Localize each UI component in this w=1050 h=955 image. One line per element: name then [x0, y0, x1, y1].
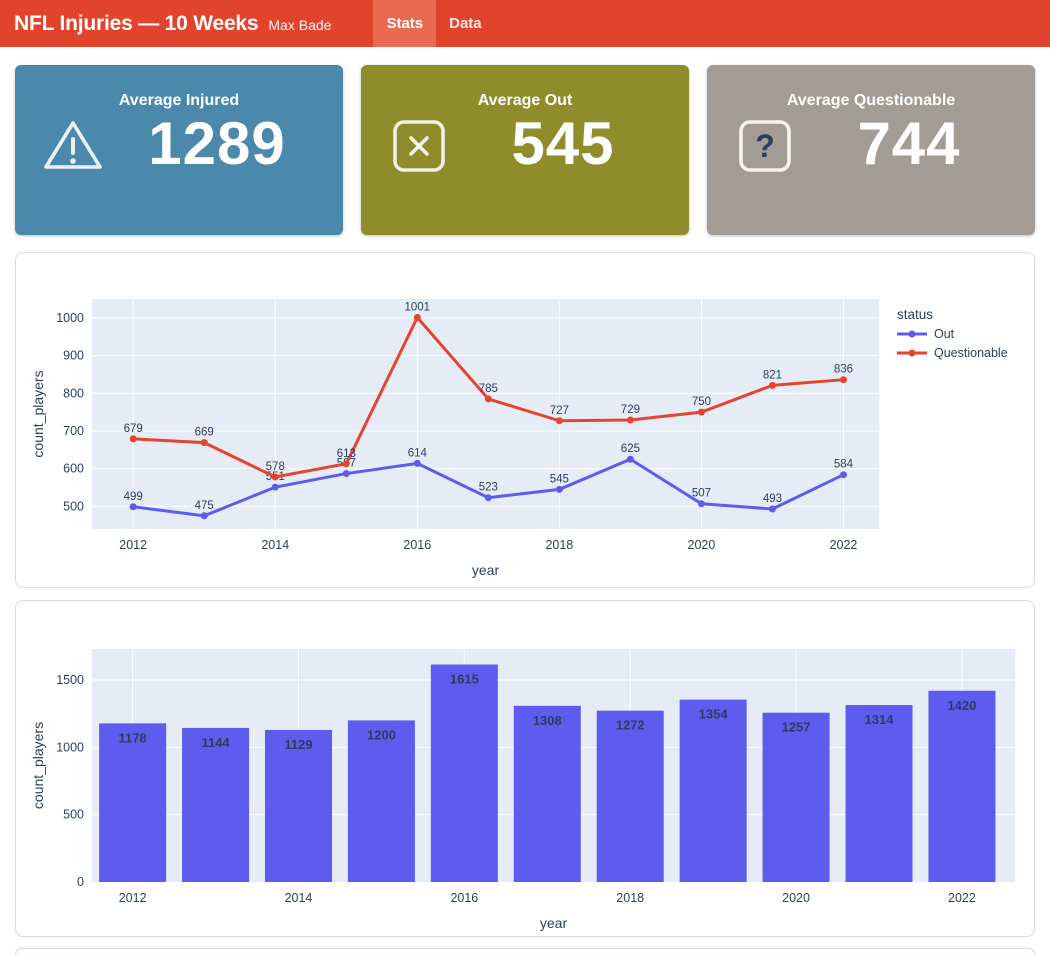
svg-text:727: 727: [550, 405, 569, 417]
card-value: 545: [451, 109, 689, 178]
question-square-icon: ?: [733, 114, 797, 178]
svg-text:613: 613: [337, 448, 356, 460]
next-panel-stub: [15, 948, 1035, 955]
card-body: 1289: [15, 114, 343, 178]
svg-text:year: year: [540, 915, 568, 931]
stat-card-injured: Average Injured 1289: [15, 65, 343, 235]
svg-text:500: 500: [63, 499, 84, 513]
svg-text:count_players: count_players: [30, 370, 46, 457]
svg-text:900: 900: [63, 349, 84, 363]
svg-text:1000: 1000: [56, 740, 84, 754]
svg-text:1308: 1308: [533, 713, 562, 728]
x-square-icon: [387, 114, 451, 178]
svg-text:493: 493: [763, 493, 782, 505]
bar-chart[interactable]: 2012 2014 2016 2018 2020 2022 0 500 1000 1500 year…: [16, 601, 1034, 936]
svg-text:2016: 2016: [403, 538, 431, 552]
card-value: 1289: [105, 109, 343, 178]
tab-stats[interactable]: Stats: [373, 0, 436, 47]
card-title: Average Injured: [15, 65, 343, 110]
svg-text:1500: 1500: [56, 673, 84, 687]
stat-card-out: Average Out 545: [361, 65, 689, 235]
svg-text:count_players: count_players: [30, 722, 46, 809]
line-chart[interactable]: 2012 2014 2016 2018 2020 2022 500 600 700 800 900 1…: [16, 253, 1034, 587]
card-title: Average Out: [361, 65, 689, 110]
svg-text:1615: 1615: [450, 671, 479, 686]
stat-card-questionable: Average Questionable ? 744: [707, 65, 1035, 235]
stat-card-row: Average Injured 1289 Average Out 545 Ave…: [0, 47, 1050, 235]
line-chart-panel: 2012 2014 2016 2018 2020 2022 500 600 700 800 900 1…: [15, 252, 1035, 588]
svg-text:2022: 2022: [830, 538, 858, 552]
tab-bar: Stats Data: [373, 0, 494, 47]
svg-text:821: 821: [763, 369, 782, 381]
svg-text:1129: 1129: [284, 737, 312, 752]
svg-text:year: year: [472, 562, 500, 578]
svg-text:700: 700: [63, 424, 84, 438]
svg-text:1314: 1314: [865, 712, 895, 727]
svg-text:2012: 2012: [119, 538, 147, 552]
svg-text:750: 750: [692, 396, 711, 408]
page-subtitle: Max Bade: [268, 17, 331, 33]
svg-text:2016: 2016: [450, 891, 478, 905]
svg-text:614: 614: [408, 447, 428, 459]
svg-text:1272: 1272: [616, 718, 645, 733]
svg-text:729: 729: [621, 404, 640, 416]
svg-text:499: 499: [124, 491, 143, 503]
svg-text:785: 785: [479, 383, 498, 395]
svg-text:1354: 1354: [699, 707, 729, 722]
svg-text:2018: 2018: [616, 891, 644, 905]
svg-text:1144: 1144: [201, 735, 230, 750]
svg-text:545: 545: [550, 473, 569, 485]
svg-text:578: 578: [266, 461, 285, 473]
svg-text:507: 507: [692, 488, 711, 500]
svg-text:2014: 2014: [285, 891, 313, 905]
svg-text:584: 584: [834, 459, 854, 471]
svg-text:1000: 1000: [56, 311, 84, 325]
svg-text:669: 669: [195, 427, 214, 439]
card-body: 545: [361, 114, 689, 178]
svg-text:2022: 2022: [948, 891, 976, 905]
svg-text:500: 500: [63, 808, 84, 822]
svg-text:Questionable: Questionable: [934, 346, 1008, 360]
card-title: Average Questionable: [707, 65, 1035, 110]
svg-text:2012: 2012: [119, 891, 147, 905]
svg-text:800: 800: [63, 386, 84, 400]
warning-triangle-icon: [41, 114, 105, 178]
svg-text:1200: 1200: [367, 727, 396, 742]
svg-text:2020: 2020: [688, 538, 716, 552]
svg-text:1178: 1178: [119, 730, 147, 745]
card-value: 744: [797, 109, 1035, 178]
svg-text:1420: 1420: [947, 698, 976, 713]
svg-text:0: 0: [77, 875, 84, 889]
svg-text:625: 625: [621, 443, 640, 455]
svg-text:2018: 2018: [545, 538, 573, 552]
svg-text:1257: 1257: [782, 720, 811, 735]
title-wrap: NFL Injuries — 10 Weeks Max Bade: [14, 12, 331, 36]
svg-text:Out: Out: [934, 327, 955, 341]
svg-text:status: status: [897, 307, 933, 322]
bar-chart-panel: 2012 2014 2016 2018 2020 2022 0 500 1000 1500 year…: [15, 600, 1035, 937]
svg-text:679: 679: [124, 423, 143, 435]
svg-text:2014: 2014: [261, 538, 289, 552]
page-title: NFL Injuries — 10 Weeks: [14, 12, 258, 36]
svg-text:836: 836: [834, 364, 853, 376]
app-header: NFL Injuries — 10 Weeks Max Bade Stats D…: [0, 0, 1050, 47]
svg-text:1001: 1001: [405, 301, 431, 313]
svg-text:475: 475: [195, 500, 214, 512]
svg-text:600: 600: [63, 462, 84, 476]
svg-text:2020: 2020: [782, 891, 810, 905]
card-body: ? 744: [707, 114, 1035, 178]
tab-data[interactable]: Data: [436, 0, 495, 47]
svg-text:?: ?: [755, 128, 775, 164]
svg-text:523: 523: [479, 482, 498, 494]
